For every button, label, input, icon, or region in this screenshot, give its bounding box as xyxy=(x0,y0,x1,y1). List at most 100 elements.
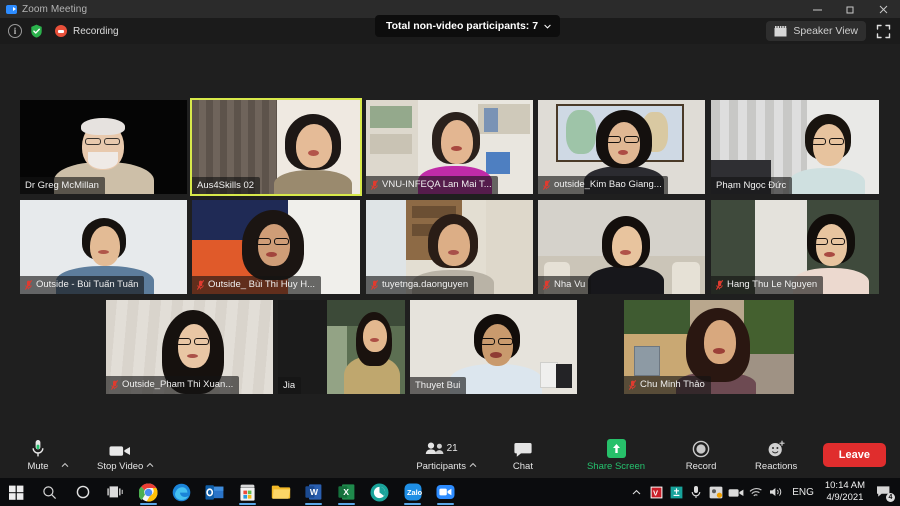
zoom-app-icon[interactable] xyxy=(429,478,462,506)
participant-name-bar: Dr Greg McMillan xyxy=(20,176,105,194)
tray-overflow-chevron-up-icon[interactable] xyxy=(626,478,646,506)
recording-indicator[interactable]: Recording xyxy=(55,25,119,37)
participant-name-bar: tuyetnga.daonguyen xyxy=(366,276,475,294)
taskbar-clock[interactable]: 10:14 AM 4/9/2021 xyxy=(820,480,870,504)
audio-options-chevron-up-icon[interactable] xyxy=(61,462,69,468)
participant-name-bar: Jia xyxy=(278,376,302,394)
view-switch-button[interactable]: Speaker View xyxy=(766,21,866,41)
windows-start-icon[interactable] xyxy=(0,478,33,506)
chevron-down-icon xyxy=(544,24,551,29)
recording-indicator-icon xyxy=(55,25,67,37)
restore-button[interactable] xyxy=(834,0,867,18)
non-video-participants-label: Total non-video participants: 7 xyxy=(386,20,539,32)
microsoft-word-icon[interactable]: W xyxy=(297,478,330,506)
notification-center-button[interactable]: 4 xyxy=(870,478,896,506)
info-icon[interactable]: i xyxy=(8,24,22,38)
participant-name: Outside_ Bùi Thi Huy H... xyxy=(208,280,316,290)
participant-name: Nha Vu xyxy=(554,280,586,290)
non-video-participants-pill[interactable]: Total non-video participants: 7 xyxy=(375,15,561,37)
microphone-muted-icon xyxy=(629,380,636,390)
windows-taskbar: W X Zalo V ENG 10:14 AM 4/9/2021 4 xyxy=(0,478,900,506)
teal-circle-app-icon[interactable] xyxy=(363,478,396,506)
microsoft-excel-icon[interactable]: X xyxy=(330,478,363,506)
participants-button[interactable]: 21 Participants xyxy=(416,439,466,472)
window-title: Zoom Meeting xyxy=(22,3,88,15)
svg-text:Zalo: Zalo xyxy=(407,488,422,497)
volume-icon[interactable] xyxy=(766,478,786,506)
video-tile-grid: Dr Greg McMillan Aus4Skills 02 VNU-INFEQ… xyxy=(0,44,900,432)
v-app-icon[interactable]: V xyxy=(646,478,666,506)
shield-check-icon[interactable] xyxy=(30,24,43,38)
close-button[interactable] xyxy=(867,0,900,18)
title-bar-left: Zoom Meeting xyxy=(0,4,87,15)
video-tile[interactable]: outside_Kim Bao Giang... xyxy=(538,100,705,194)
zoom-meeting-window: Zoom Meeting i Recording Speaker View To… xyxy=(0,0,900,506)
search-icon[interactable] xyxy=(33,478,66,506)
video-tile[interactable]: Phạm Ngọc Đức xyxy=(711,100,879,194)
participant-name-bar: Outside_Pham Thi Xuan... xyxy=(106,376,240,394)
share-screen-up-arrow-icon xyxy=(606,438,626,458)
meeting-controls-toolbar: Mute Stop Video 21 Participants Chat Sha… xyxy=(0,432,900,478)
video-tile[interactable]: Nha Vu xyxy=(538,200,705,294)
reactions-button[interactable]: Reactions xyxy=(755,439,797,472)
participants-controls-group: 21 Participants xyxy=(416,439,477,472)
microphone-muted-icon xyxy=(111,380,118,390)
file-explorer-icon[interactable] xyxy=(264,478,297,506)
share-screen-label: Share Screen xyxy=(586,460,646,472)
video-tile-active-speaker[interactable]: Aus4Skills 02 xyxy=(190,98,362,196)
participants-options-chevron-up-icon[interactable] xyxy=(469,462,477,468)
meeting-header-right: Speaker View xyxy=(766,21,900,41)
participant-name: VNU-INFEQA Lan Mai T... xyxy=(382,180,492,190)
network-icon[interactable] xyxy=(746,478,766,506)
teal-tray-icon[interactable] xyxy=(666,478,686,506)
video-tile[interactable]: Outside_Pham Thi Xuan... xyxy=(106,300,273,394)
task-view-icon[interactable] xyxy=(99,478,132,506)
chat-button[interactable]: Chat xyxy=(503,439,543,472)
record-button[interactable]: Record xyxy=(681,439,721,472)
video-options-chevron-up-icon[interactable] xyxy=(146,462,154,468)
microsoft-store-icon[interactable] xyxy=(231,478,264,506)
meeting-header-left: i Recording xyxy=(0,24,119,38)
video-tile[interactable]: Jia xyxy=(278,300,405,394)
microphone-tray-icon[interactable] xyxy=(686,478,706,506)
video-tile[interactable]: Outside - Bùi Tuấn Tuấn xyxy=(20,200,187,294)
outlook-icon[interactable] xyxy=(198,478,231,506)
input-language-indicator[interactable]: ENG xyxy=(786,487,820,498)
participant-name: outside_Kim Bao Giang... xyxy=(554,180,662,190)
leave-button[interactable]: Leave xyxy=(822,443,886,467)
mute-button[interactable]: Mute xyxy=(18,439,58,472)
record-circle-icon xyxy=(692,439,710,458)
cortana-icon[interactable] xyxy=(66,478,99,506)
mute-label: Mute xyxy=(27,460,49,472)
video-tile[interactable]: Outside_ Bùi Thi Huy H... xyxy=(192,200,360,294)
stop-video-button[interactable]: Stop Video xyxy=(97,439,143,472)
video-tile[interactable]: tuyetnga.daonguyen xyxy=(366,200,533,294)
minimize-button[interactable] xyxy=(801,0,834,18)
video-tile[interactable]: VNU-INFEQA Lan Mai T... xyxy=(366,100,533,194)
microsoft-edge-icon[interactable] xyxy=(165,478,198,506)
microphone-muted-icon xyxy=(543,180,550,190)
stop-video-label: Stop Video xyxy=(97,460,144,472)
zalo-icon[interactable]: Zalo xyxy=(396,478,429,506)
microphone-muted-icon xyxy=(543,280,550,290)
google-chrome-icon[interactable] xyxy=(132,478,165,506)
app-tray-icon[interactable] xyxy=(706,478,726,506)
share-screen-button[interactable]: Share Screen xyxy=(586,438,646,472)
enter-fullscreen-icon[interactable] xyxy=(876,24,891,39)
video-tile[interactable]: Thuyet Bui xyxy=(410,300,577,394)
video-tile[interactable]: Dr Greg McMillan xyxy=(20,100,187,194)
video-tile[interactable]: Chu Minh Thảo xyxy=(624,300,794,394)
participant-name: Chu Minh Thảo xyxy=(640,380,705,390)
participant-name: Aus4Skills 02 xyxy=(197,180,255,190)
participant-name-bar: VNU-INFEQA Lan Mai T... xyxy=(366,176,498,194)
microphone-muted-icon xyxy=(197,280,204,290)
svg-text:X: X xyxy=(343,487,349,497)
speaker-view-icon xyxy=(774,25,787,36)
camera-tray-icon[interactable] xyxy=(726,478,746,506)
video-tile[interactable]: Hang Thu Le Nguyen xyxy=(711,200,879,294)
window-controls xyxy=(801,0,900,18)
participant-name: Hang Thu Le Nguyen xyxy=(727,280,818,290)
audio-controls-group: Mute xyxy=(18,439,69,472)
reactions-label: Reactions xyxy=(755,460,798,472)
recording-label: Recording xyxy=(73,25,119,37)
